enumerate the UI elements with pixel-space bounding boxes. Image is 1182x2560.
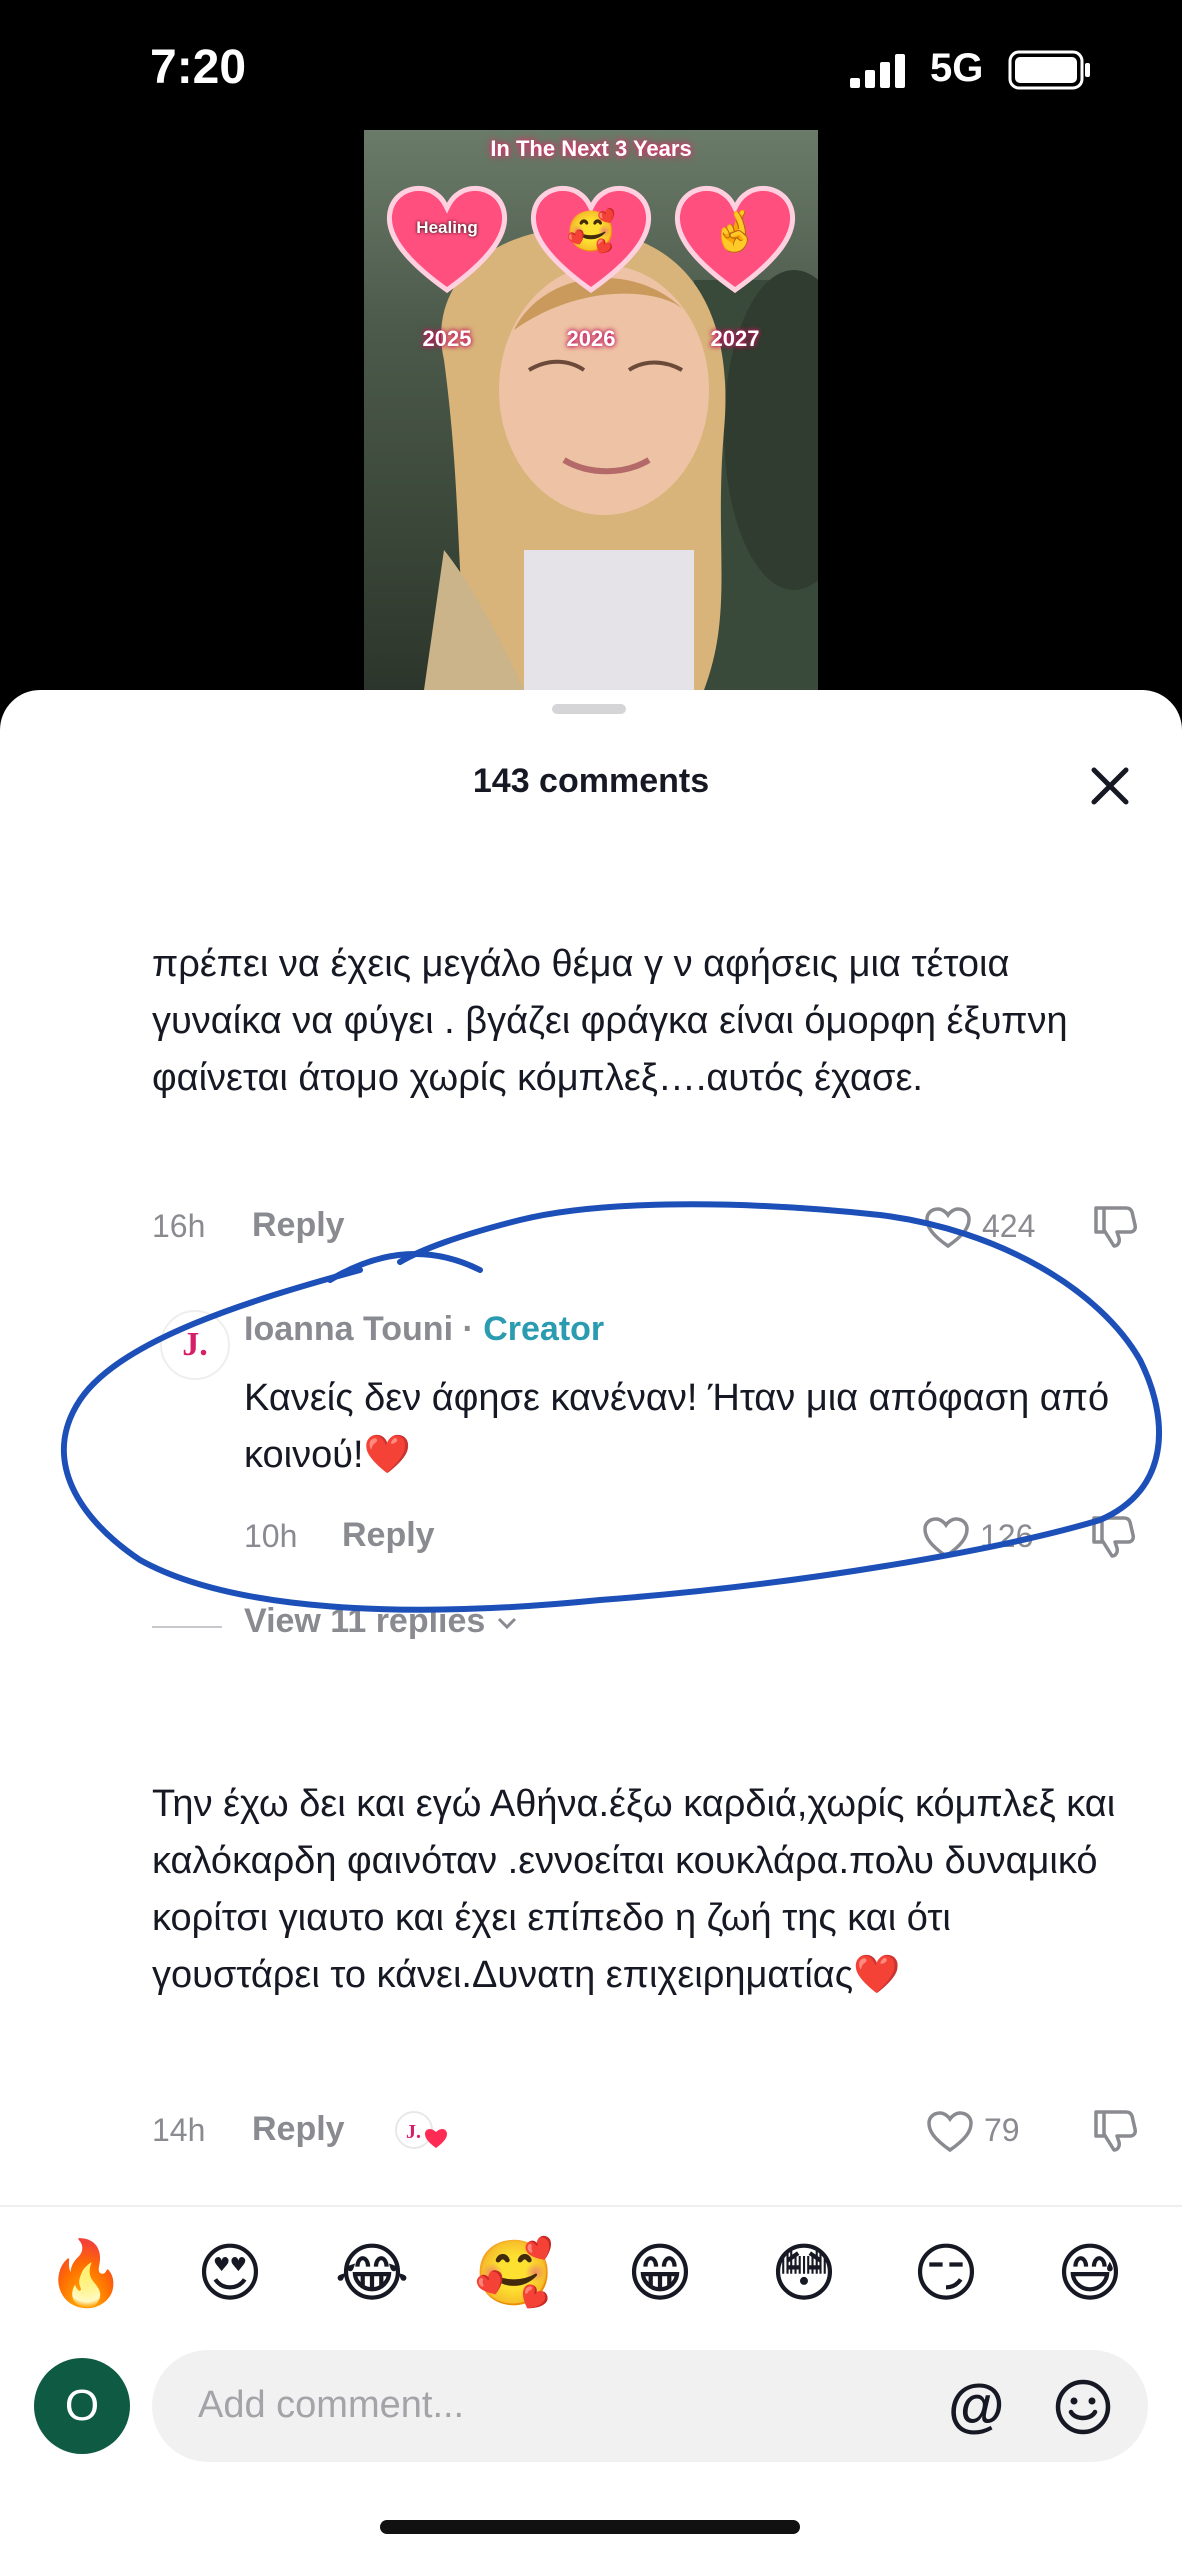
- view-replies-button[interactable]: View 11 replies: [244, 1602, 519, 1641]
- reply-button[interactable]: Reply: [252, 1206, 345, 1245]
- user-avatar[interactable]: O: [34, 2358, 130, 2454]
- comment-time: 10h: [244, 1518, 298, 1554]
- like-count: 424: [982, 1208, 1036, 1244]
- emoji-flushed[interactable]: 😳: [764, 2233, 844, 2313]
- heart-year: 2025: [422, 326, 472, 351]
- add-comment-input[interactable]: Add comment... @: [152, 2350, 1148, 2462]
- heart-emoji: 🥰: [566, 210, 616, 254]
- chevron-down-icon: [497, 1617, 516, 1630]
- heart-outline-icon[interactable]: [922, 1516, 970, 1560]
- add-comment-placeholder: Add comment...: [198, 2384, 465, 2426]
- emoji-grin[interactable]: 😁: [620, 2233, 700, 2313]
- video-thumbnail[interactable]: In The Next 3 Years Healing 2025 🥰 2026 …: [364, 130, 818, 690]
- comment-time: 14h: [152, 2112, 206, 2148]
- creator-header: Ioanna Touni · Creator: [244, 1310, 604, 1349]
- dislike-icon[interactable]: [1090, 2108, 1140, 2154]
- creator-liked-icon: J.: [395, 2111, 447, 2149]
- status-time: 7:20: [150, 41, 247, 94]
- emoji-joy[interactable]: 😂: [332, 2233, 412, 2313]
- reply-button[interactable]: Reply: [252, 2110, 345, 2149]
- comment-text: πρέπει να έχεις μεγάλο θέμα γ ν αφήσεις …: [152, 943, 1068, 1099]
- emoji-picker-icon[interactable]: [1054, 2378, 1112, 2436]
- comments-count-title: 143 comments: [472, 762, 710, 800]
- status-bar: 7:20 5G: [0, 0, 1182, 140]
- heart-sticker-2: 🥰 2026: [526, 178, 656, 351]
- home-indicator[interactable]: [380, 2520, 800, 2534]
- emoji-smirk[interactable]: 😏: [906, 2233, 986, 2313]
- creator-name[interactable]: Ioanna Touni: [244, 1310, 453, 1348]
- battery-icon: [1008, 50, 1090, 90]
- dislike-icon[interactable]: [1088, 1514, 1138, 1560]
- emoji-fire[interactable]: 🔥: [46, 2233, 126, 2313]
- like-count: 79: [984, 2112, 1020, 2148]
- like-count: 126: [980, 1518, 1034, 1554]
- dislike-icon[interactable]: [1090, 1204, 1140, 1250]
- heart-emoji: 🤞: [710, 210, 760, 254]
- comment-time: 16h: [152, 1208, 206, 1244]
- svg-text:J.: J.: [406, 2121, 421, 2143]
- heart-outline-icon[interactable]: [926, 2110, 974, 2154]
- quick-emoji-bar: 🔥 😍 😂 🥰 😁 😳 😏 😅: [0, 2205, 1182, 2325]
- view-replies-divider: [152, 1626, 222, 1628]
- video-overlay-title: In The Next 3 Years: [490, 136, 692, 161]
- heart-label: Healing: [416, 218, 478, 237]
- heart-outline-icon[interactable]: [924, 1206, 972, 1250]
- name-separator: ·: [453, 1310, 484, 1348]
- reply-button[interactable]: Reply: [342, 1516, 435, 1555]
- mention-icon[interactable]: @: [948, 2376, 1005, 2436]
- emoji-heart-eyes[interactable]: 😍: [190, 2233, 270, 2313]
- emoji-smiling-hearts[interactable]: 🥰: [474, 2233, 554, 2313]
- heart-year: 2026: [566, 326, 616, 351]
- network-label: 5G: [930, 46, 984, 90]
- creator-reply-text: Κανείς δεν άφησε κανέναν! Ήταν μια απόφα…: [244, 1377, 1110, 1476]
- view-replies-label: View 11 replies: [244, 1602, 486, 1640]
- heart-sticker-1: Healing 2025: [382, 178, 512, 351]
- heart-year: 2027: [710, 326, 760, 351]
- creator-avatar[interactable]: J.: [160, 1310, 230, 1380]
- heart-sticker-3: 🤞 2027: [670, 178, 800, 351]
- signal-icon: [850, 54, 905, 88]
- emoji-sweat-smile[interactable]: 😅: [1050, 2233, 1130, 2313]
- creator-badge: Creator: [483, 1310, 605, 1348]
- close-icon[interactable]: [1086, 762, 1134, 810]
- comment-text: Την έχω δει και εγώ Αθήνα.έξω καρδιά,χωρ…: [152, 1783, 1116, 1996]
- sheet-drag-handle[interactable]: [552, 704, 626, 714]
